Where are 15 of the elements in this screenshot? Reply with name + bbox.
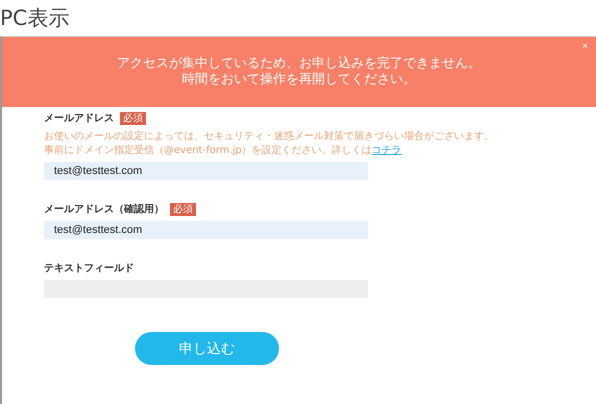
field-label: テキストフィールド <box>44 262 134 275</box>
field-label: メールアドレス（確認用） <box>44 202 164 216</box>
field-hint: 事前にドメイン指定受信（@event-form.jp）を設定ください。詳しくはコチラ <box>44 144 403 158</box>
input-field[interactable]: test@testtest.com <box>44 221 368 239</box>
input-field[interactable]: test@testtest.com <box>44 162 368 180</box>
field-label: メールアドレス <box>44 112 114 125</box>
required-badge: 必須 <box>170 202 196 216</box>
alert-message: アクセスが集中しているため、お申し込みを完了できません。 <box>117 56 481 72</box>
alert-message: 時間をおいて操作を再開してください。 <box>182 72 416 88</box>
details-link[interactable]: コチラ <box>372 145 402 156</box>
page-title: PC表示 <box>0 5 70 32</box>
submit-button[interactable]: 申し込む <box>135 332 279 365</box>
close-button[interactable]: × <box>582 41 588 52</box>
field-hint: お使いのメールの設定によっては、セキュリティ・迷惑メール対策で届きづらい場合がございます。 <box>44 130 495 144</box>
required-badge: 必須 <box>120 112 146 124</box>
